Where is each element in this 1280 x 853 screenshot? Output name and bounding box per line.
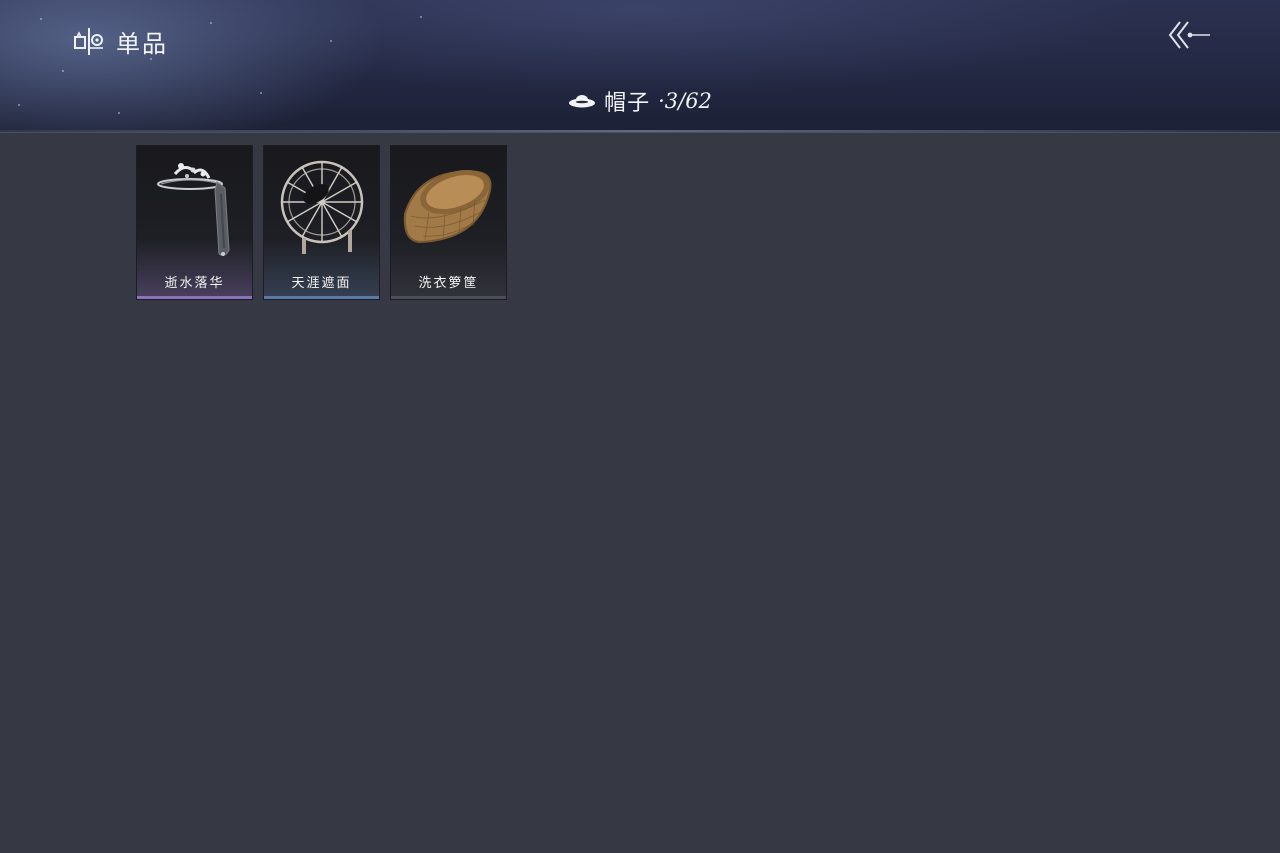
section-title: 单品 xyxy=(72,24,168,58)
jeweled-veil-hat-icon xyxy=(157,163,230,256)
item-card[interactable]: 洗衣箩筐 xyxy=(390,145,507,300)
hat-icon xyxy=(569,95,596,108)
woven-round-veil-hat-icon xyxy=(280,160,364,254)
section-label: 单品 xyxy=(116,29,168,58)
rarity-bar xyxy=(137,296,252,299)
rarity-bar xyxy=(264,296,379,299)
category-header: 帽子 ·3/62 xyxy=(0,84,1280,118)
item-grid: 逝水落华 天涯遮面 洗衣箩筐 xyxy=(136,145,507,300)
wicker-basket-hat-icon xyxy=(403,169,492,244)
back-button[interactable] xyxy=(1166,18,1212,52)
item-card[interactable]: 天涯遮面 xyxy=(263,145,380,300)
top-banner: 单品 帽子 ·3/62 xyxy=(0,0,1280,133)
item-name: 洗衣箩筐 xyxy=(418,276,479,291)
back-arrow-icon xyxy=(1168,21,1210,49)
item-name: 逝水落华 xyxy=(164,276,225,291)
item-name: 天涯遮面 xyxy=(291,276,352,291)
category-name: 帽子 xyxy=(604,91,651,116)
rarity-bar xyxy=(391,296,506,299)
wardrobe-icon xyxy=(74,28,103,55)
category-count: ·3/62 xyxy=(658,89,712,113)
item-card[interactable]: 逝水落华 xyxy=(136,145,253,300)
